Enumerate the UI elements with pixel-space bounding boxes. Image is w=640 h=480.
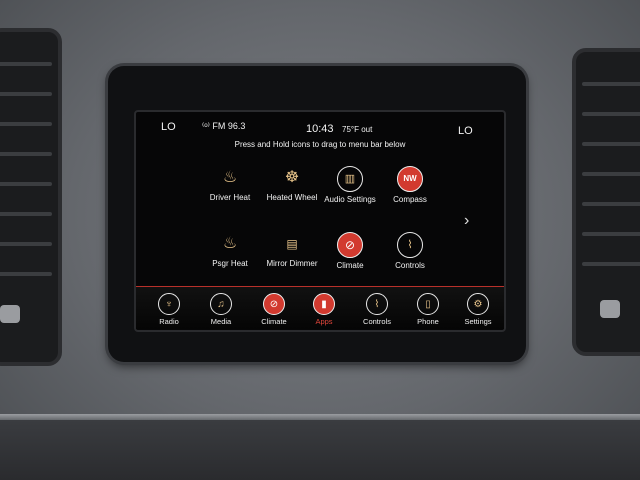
driver-seat-heat-icon: ♨ <box>222 169 238 186</box>
outside-temperature: 75°F out <box>342 125 373 134</box>
next-page-arrow-icon[interactable]: › <box>464 212 469 230</box>
radio-signal-icon: ⁽ᵒ⁾ <box>202 121 210 131</box>
menu-radio[interactable]: ♆ Radio <box>146 293 192 326</box>
app-controls[interactable]: ⌇ Controls <box>372 232 448 270</box>
passenger-seat-heat-icon: ♨ <box>222 235 238 252</box>
climate-icon: ⊘ <box>337 232 363 258</box>
menu-apps[interactable]: ▮ Apps <box>301 293 347 326</box>
menu-settings[interactable]: ⚙ Settings <box>455 293 501 326</box>
radio-icon: ♆ <box>158 293 180 315</box>
audio-settings-icon: ▥ <box>337 166 363 192</box>
menu-phone[interactable]: ▯ Phone <box>405 293 451 326</box>
right-vent-knob[interactable] <box>600 300 620 318</box>
driver-temp-setting[interactable]: LO <box>161 121 176 133</box>
radio-station[interactable]: ⁽ᵒ⁾ FM 96.3 <box>202 121 245 132</box>
status-bar: LO ⁽ᵒ⁾ FM 96.3 10:43 75°F out LO <box>136 112 504 138</box>
menu-media[interactable]: ♫ Media <box>198 293 244 326</box>
menu-controls[interactable]: ⌇ Controls <box>354 293 400 326</box>
passenger-temp-setting[interactable]: LO <box>458 125 473 137</box>
app-compass[interactable]: NW Compass <box>372 166 448 204</box>
climate-icon: ⊘ <box>263 293 285 315</box>
heated-wheel-icon: ☸ <box>284 169 300 186</box>
controls-icon: ⌇ <box>366 293 388 315</box>
mirror-dimmer-icon: ▤ <box>286 237 298 251</box>
menu-climate[interactable]: ⊘ Climate <box>251 293 297 326</box>
dashboard-lower-panel <box>0 420 640 480</box>
drag-hint-text: Press and Hold icons to drag to menu bar… <box>234 140 406 149</box>
menu-bar: ♆ Radio ♫ Media ⊘ Climate ▮ Apps ⌇ Contr… <box>136 286 504 329</box>
clock: 10:43 <box>306 123 334 135</box>
apps-icon: ▮ <box>313 293 335 315</box>
media-icon: ♫ <box>210 293 232 315</box>
settings-icon: ⚙ <box>467 293 489 315</box>
phone-icon: ▯ <box>417 293 439 315</box>
left-vent-knob[interactable] <box>0 305 20 323</box>
infotainment-screen: LO ⁽ᵒ⁾ FM 96.3 10:43 75°F out LO Press a… <box>134 110 506 332</box>
controls-icon: ⌇ <box>397 232 423 258</box>
compass-icon: NW <box>397 166 423 192</box>
